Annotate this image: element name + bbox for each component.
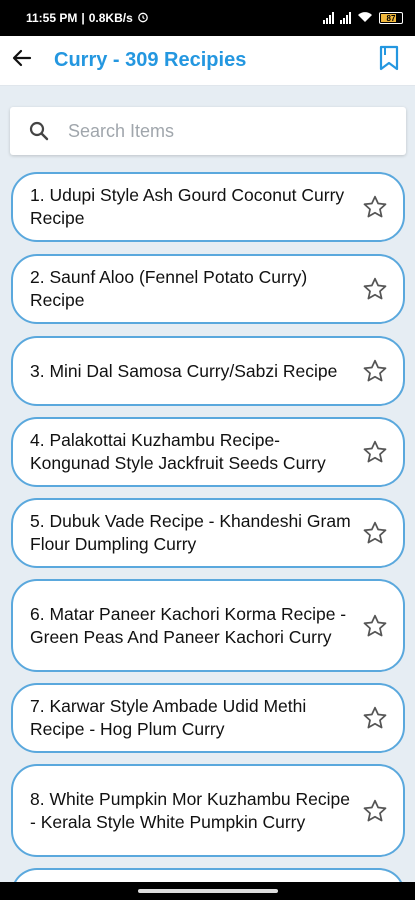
status-bar: 11:55 PM | 0.8KB/s 87 — [0, 0, 415, 36]
recipe-title: 5. Dubuk Vade Recipe - Khandeshi Gram Fl… — [30, 511, 351, 554]
status-separator: | — [81, 11, 85, 25]
alarm-icon — [137, 11, 149, 26]
list-item[interactable]: 2. Saunf Aloo (Fennel Potato Curry) Reci… — [11, 254, 405, 324]
star-icon[interactable] — [361, 275, 389, 303]
star-icon[interactable] — [361, 193, 389, 221]
recipe-title: 7. Karwar Style Ambade Udid Methi Recipe… — [30, 696, 307, 739]
list-item[interactable]: 8. White Pumpkin Mor Kuzhambu Recipe - K… — [11, 764, 405, 857]
recipe-title: 6. Matar Paneer Kachori Korma Recipe - G… — [30, 603, 347, 647]
back-button[interactable] — [4, 41, 40, 81]
status-network-speed: 0.8KB/s — [88, 11, 133, 25]
battery-level: 87 — [386, 13, 396, 23]
star-icon[interactable] — [361, 797, 389, 825]
star-icon[interactable] — [361, 704, 389, 732]
star-icon[interactable] — [361, 612, 389, 640]
search-icon — [26, 118, 52, 144]
signal-icon-2 — [340, 12, 351, 24]
list-item[interactable]: 1. Udupi Style Ash Gourd Coconut Curry R… — [11, 172, 405, 242]
recipe-title: 4. Palakottai Kuzhambu Recipe-Kongunad S… — [30, 430, 326, 473]
wifi-icon — [357, 11, 373, 26]
arrow-left-icon — [12, 49, 32, 72]
status-left: 11:55 PM | 0.8KB/s — [26, 11, 149, 26]
recipe-title: 1. Udupi Style Ash Gourd Coconut Curry R… — [30, 185, 345, 228]
status-time: 11:55 PM — [26, 11, 78, 25]
system-nav-bar — [0, 882, 415, 900]
battery-icon: 87 — [379, 12, 403, 24]
page-title: Curry - 309 Recipies — [54, 49, 247, 71]
signal-icon — [323, 12, 334, 24]
home-handle[interactable] — [137, 889, 278, 893]
list-item[interactable]: 5. Dubuk Vade Recipe - Khandeshi Gram Fl… — [11, 498, 405, 568]
list-item[interactable]: 6. Matar Paneer Kachori Korma Recipe - G… — [11, 579, 405, 672]
list-item[interactable]: 3. Mini Dal Samosa Curry/Sabzi Recipe — [11, 336, 405, 406]
recipe-title: 3. Mini Dal Samosa Curry/Sabzi Recipe — [30, 360, 338, 381]
search-box — [10, 107, 406, 155]
bookmark-icon — [379, 45, 399, 76]
bookmark-button[interactable] — [369, 41, 409, 81]
star-icon[interactable] — [361, 519, 389, 547]
recipe-title: 8. White Pumpkin Mor Kuzhambu Recipe - K… — [30, 788, 350, 832]
recipe-title: 2. Saunf Aloo (Fennel Potato Curry) Reci… — [30, 267, 308, 310]
star-icon[interactable] — [361, 438, 389, 466]
search-input[interactable] — [68, 120, 368, 142]
list-item[interactable]: 7. Karwar Style Ambade Udid Methi Recipe… — [11, 683, 405, 753]
list-item[interactable]: 4. Palakottai Kuzhambu Recipe-Kongunad S… — [11, 417, 405, 487]
app-bar: Curry - 309 Recipies — [0, 36, 415, 86]
status-right: 87 — [323, 11, 403, 26]
star-icon[interactable] — [361, 357, 389, 385]
